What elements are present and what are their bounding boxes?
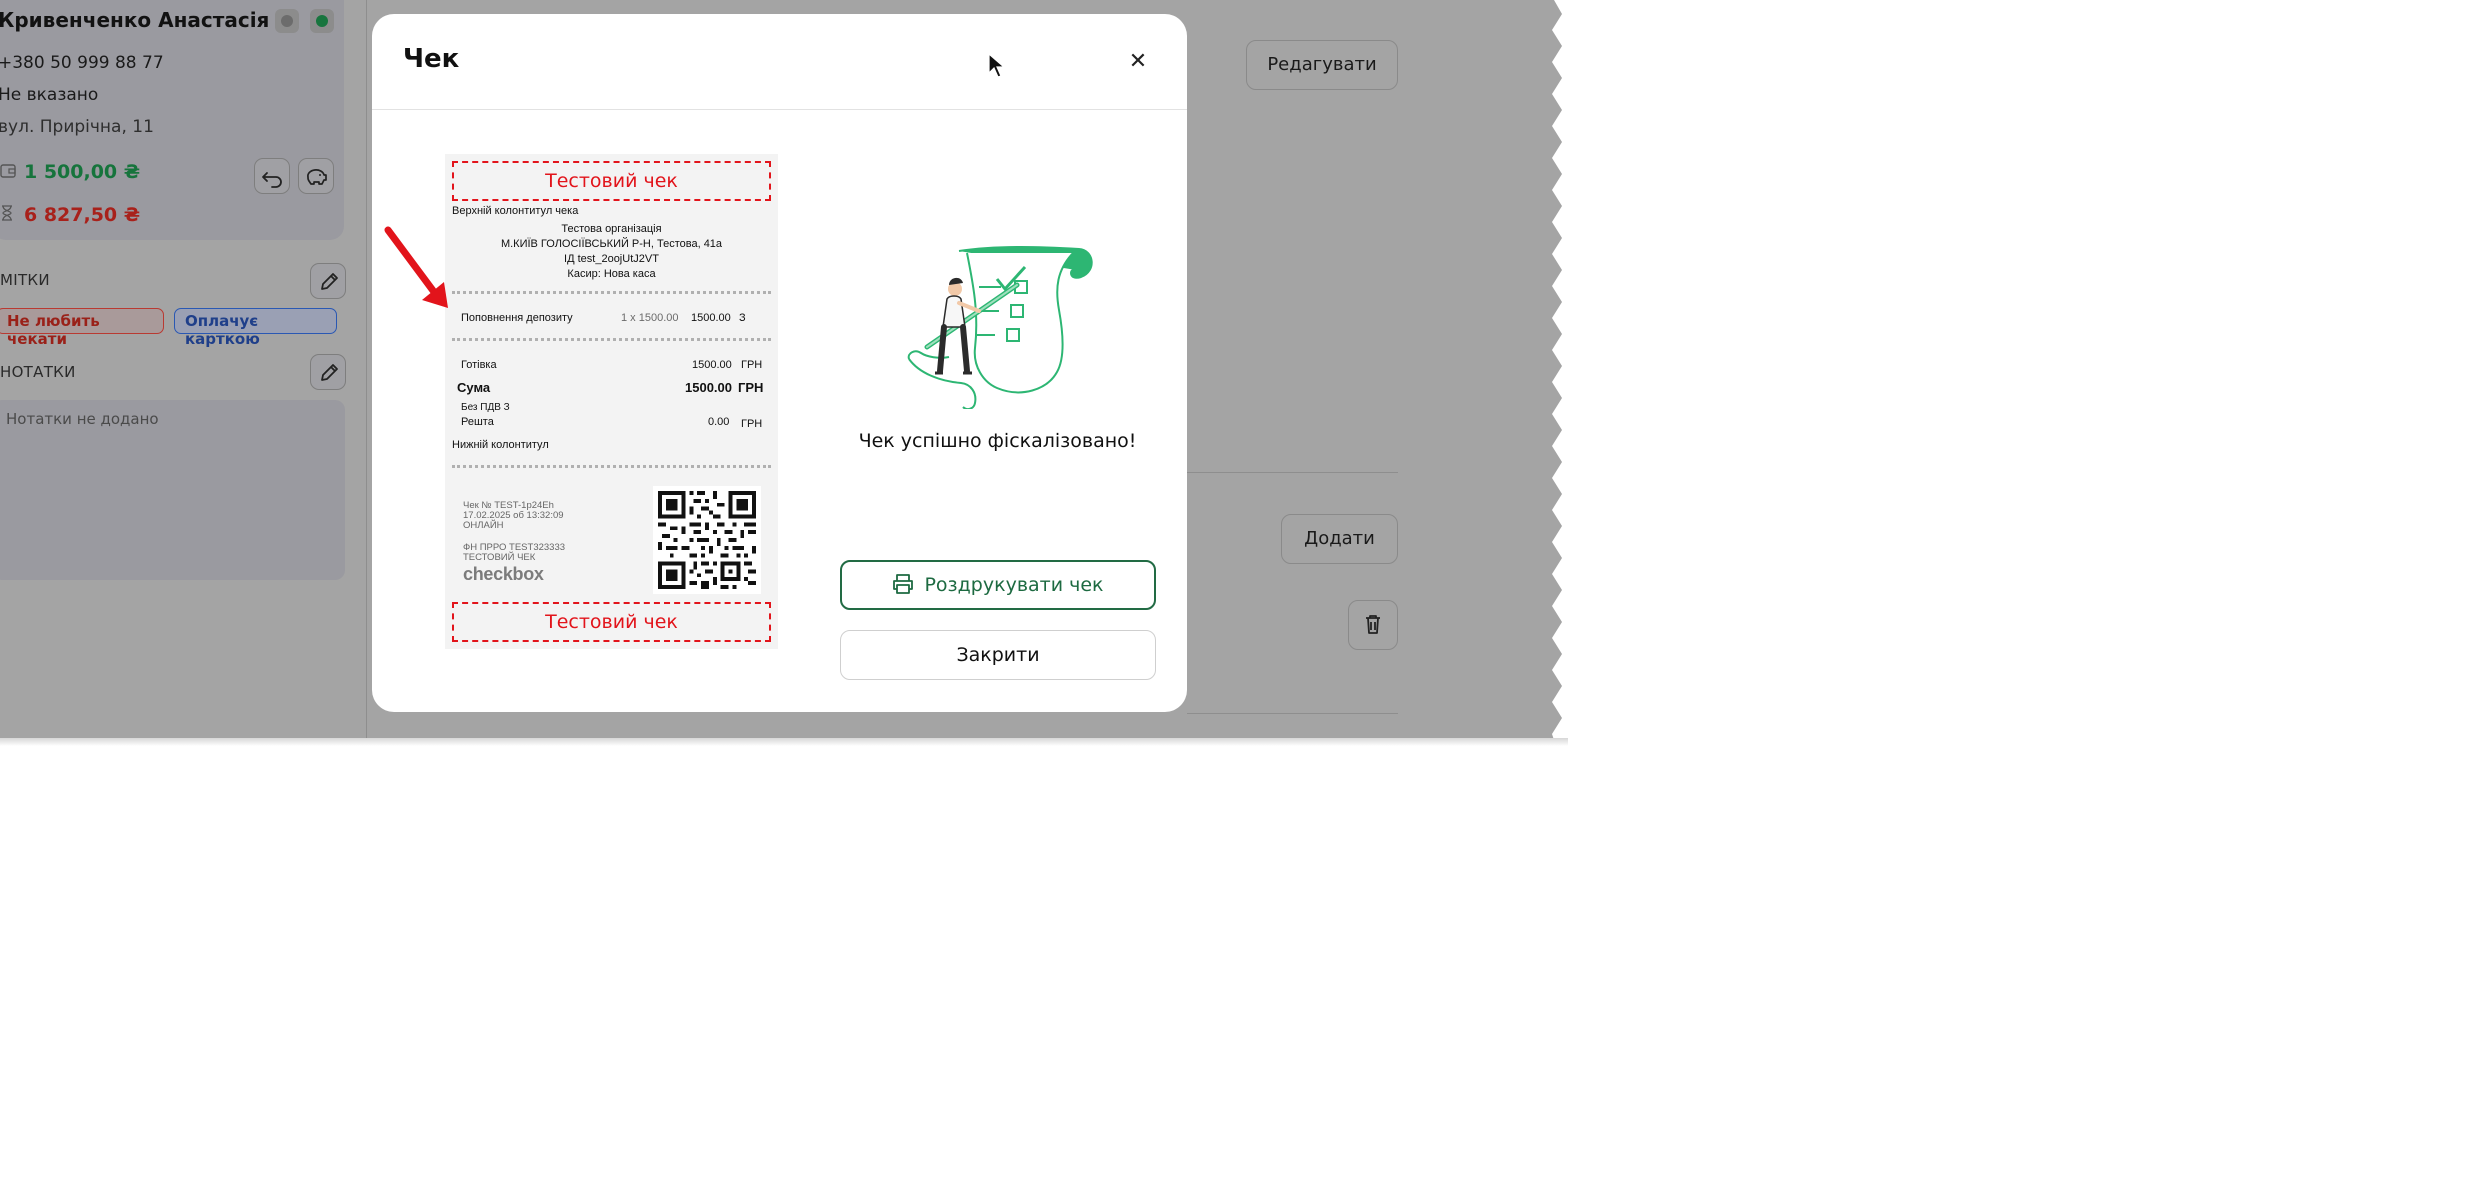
dotted-separator (452, 338, 771, 341)
success-illustration-icon (907, 246, 1093, 409)
divider (1187, 472, 1398, 473)
debt-value: 6 827,50 ₴ (24, 204, 141, 226)
close-icon[interactable]: ✕ (1124, 48, 1152, 76)
receipt-cashier: Касир: Нова каса (567, 268, 656, 280)
change-currency: ГРН (741, 418, 763, 430)
dotted-separator (452, 465, 771, 468)
receipt-footer: Нижній колонтитул (452, 439, 549, 451)
test-banner-top: Тестовий чек (452, 161, 771, 201)
receipt-modal: Чек ✕ Тестовий чек Верхній колонтитул че… (372, 14, 1187, 712)
receipt-id: ІД test_2oojUtJ2VT (564, 253, 659, 265)
test-banner-bottom: Тестовий чек (452, 602, 771, 642)
notes-placeholder: Нотатки не додано (6, 410, 159, 428)
receipt-mode: ОНЛАЙН (463, 520, 504, 531)
undo-button[interactable] (254, 158, 290, 194)
cash-value: 1500.00 (692, 359, 732, 371)
undo-icon (262, 172, 282, 188)
print-receipt-button[interactable]: Роздрукувати чек (840, 560, 1156, 610)
dotted-separator (452, 291, 771, 294)
receipt-test-mark: ТЕСТОВИЙ ЧЕК (463, 552, 536, 563)
trash-icon (1366, 615, 1380, 634)
divider (1187, 713, 1398, 714)
customer-card: Кривенченко Анастасія +380 50 999 88 77 … (0, 0, 344, 240)
page-shadow (0, 738, 1568, 746)
modal-header: Чек ✕ (372, 14, 1187, 110)
annotation-arrow-icon (384, 226, 448, 308)
edit-button[interactable]: Редагувати (1246, 40, 1398, 90)
customer-address: вул. Прирічна, 11 (0, 117, 154, 137)
customer-field: Не вказано (0, 85, 99, 105)
cash-label: Готівка (461, 359, 497, 371)
piggy-bank-icon (307, 169, 327, 185)
customer-name: Кривенченко Анастасія (0, 8, 270, 32)
receipt-org: Тестова організація (561, 223, 662, 235)
hourglass-icon (0, 205, 18, 225)
receipt-address: М.КИЇВ ГОЛОСІЇВСЬКИЙ Р-Н, Тестова, 41а (500, 238, 723, 250)
wallet-icon (0, 164, 18, 182)
total-currency: ГРН (738, 380, 764, 395)
tag-chip[interactable]: Оплачує карткою (174, 308, 337, 348)
notes-box[interactable]: Нотатки не додано (0, 400, 345, 580)
notes-section-label: НОТАТКИ (0, 363, 76, 381)
delete-button[interactable] (1348, 600, 1398, 650)
customer-phone: +380 50 999 88 77 (0, 53, 164, 73)
change-value: 0.00 (708, 416, 730, 428)
modal-title: Чек (403, 44, 460, 74)
deposit-balance: 1 500,00 ₴ (0, 161, 140, 183)
item-tax: З (739, 312, 746, 324)
total-label: Сума (457, 380, 491, 395)
change-label: Решта (461, 416, 494, 428)
print-receipt-label: Роздрукувати чек (924, 574, 1104, 596)
tag-chip[interactable]: Не любить чекати (0, 308, 164, 348)
status-toggle-gray[interactable] (275, 9, 299, 33)
pencil-icon (321, 364, 338, 381)
deposit-value: 1 500,00 ₴ (24, 161, 141, 183)
customer-panel: Кривенченко Анастасія +380 50 999 88 77 … (0, 0, 367, 740)
debt-balance: 6 827,50 ₴ (0, 204, 140, 226)
qr-code (653, 486, 761, 594)
success-message: Чек успішно фіскалізовано! (858, 430, 1137, 452)
mouse-cursor-icon (988, 53, 1004, 78)
close-button[interactable]: Закрити (840, 630, 1156, 680)
vat-line: Без ПДВ З (461, 402, 510, 413)
app-backdrop: Кривенченко Анастасія +380 50 999 88 77 … (0, 0, 1568, 740)
item-sum: 1500.00 (691, 312, 731, 324)
pencil-icon (321, 273, 338, 290)
item-name: Поповнення депозиту (461, 312, 573, 324)
item-qty: 1 x 1500.00 (621, 312, 679, 324)
add-button[interactable]: Додати (1281, 514, 1398, 564)
receipt-header: Верхній колонтитул чека (452, 205, 579, 217)
receipt-preview: Тестовий чек Верхній колонтитул чека Тес… (445, 154, 778, 649)
tags-section-label: МІТКИ (0, 271, 50, 289)
edit-tags-button[interactable] (310, 263, 346, 299)
page: Кривенченко Анастасія +380 50 999 88 77 … (0, 0, 1568, 746)
printer-icon (893, 573, 914, 594)
status-toggle-green[interactable] (310, 9, 334, 33)
edit-notes-button[interactable] (310, 354, 346, 390)
piggy-bank-button[interactable] (298, 158, 334, 194)
cash-currency: ГРН (741, 359, 763, 371)
total-value: 1500.00 (685, 380, 732, 395)
torn-edge (1552, 0, 1568, 746)
checkbox-logo: checkbox (463, 564, 544, 584)
